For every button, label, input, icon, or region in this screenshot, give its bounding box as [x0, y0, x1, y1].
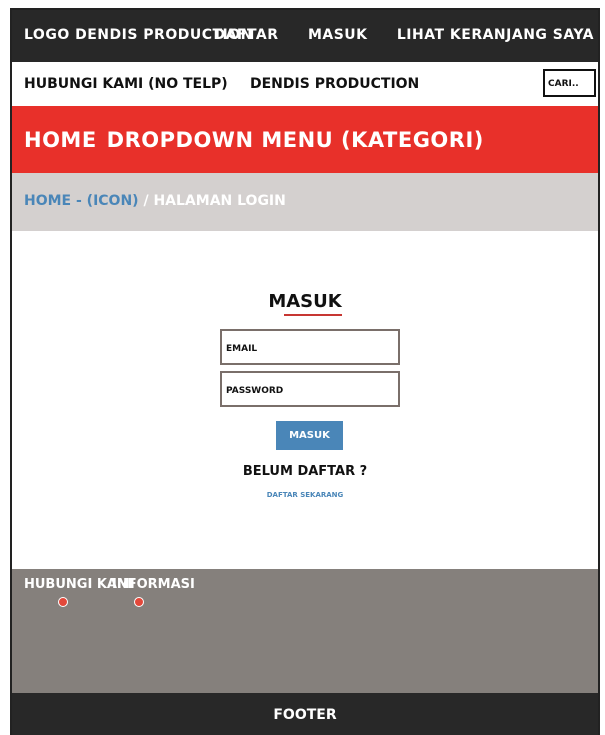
register-now-link[interactable]: DAFTAR SEKARANG [12, 491, 598, 499]
top-nav: DAFTAR MASUK LIHAT KERANJANG SAYA [189, 27, 594, 43]
breadcrumb-current: HALAMAN LOGIN [153, 193, 286, 209]
top-navbar: LOGO DENDIS PRODUCTION DAFTAR MASUK LIHA… [12, 10, 598, 62]
title-underline [284, 314, 342, 316]
info-bar: HUBUNGI KAMI (NO TELP) DENDIS PRODUCTION… [12, 62, 598, 106]
nav-daftar-link[interactable]: DAFTAR [213, 27, 278, 43]
category-menu-bar: HOME DROPDOWN MENU (KATEGORI) [12, 106, 598, 173]
info-expand-icon[interactable] [134, 597, 144, 607]
nav-masuk-link[interactable]: MASUK [308, 27, 368, 43]
menu-bar-items: HOME DROPDOWN MENU (KATEGORI) [24, 128, 494, 152]
footer-links-area: HUBUNGI KAMI INFORMASI [12, 569, 598, 693]
menu-home-link[interactable]: HOME [24, 128, 97, 152]
not-registered-text: BELUM DAFTAR ? [242, 464, 368, 479]
login-title: MASUK [268, 291, 342, 312]
footer-info-heading[interactable]: INFORMASI [112, 577, 195, 592]
breadcrumb-home-link[interactable]: HOME - (ICON) [24, 193, 139, 209]
contact-expand-icon[interactable] [58, 597, 68, 607]
email-field[interactable]: EMAIL [220, 329, 400, 365]
breadcrumb: HOME - (ICON) / HALAMAN LOGIN [12, 173, 598, 231]
footer: FOOTER [12, 693, 598, 735]
contact-phone-text: HUBUNGI KAMI (NO TELP) [24, 76, 228, 92]
brand-name: DENDIS PRODUCTION [250, 76, 420, 92]
breadcrumb-trail: HOME - (ICON) / HALAMAN LOGIN [24, 193, 286, 209]
breadcrumb-separator: / [138, 193, 154, 209]
category-dropdown[interactable]: DROPDOWN MENU (KATEGORI) [107, 128, 484, 152]
nav-cart-link[interactable]: LIHAT KERANJANG SAYA [397, 27, 594, 43]
login-submit-button[interactable]: MASUK [276, 421, 343, 450]
search-input[interactable]: CARI.. [543, 69, 596, 97]
footer-label: FOOTER [273, 707, 337, 723]
login-section: MASUK EMAIL PASSWORD MASUK BELUM DAFTAR … [12, 231, 598, 569]
password-field[interactable]: PASSWORD [220, 371, 400, 407]
page-frame: LOGO DENDIS PRODUCTION DAFTAR MASUK LIHA… [10, 8, 600, 735]
